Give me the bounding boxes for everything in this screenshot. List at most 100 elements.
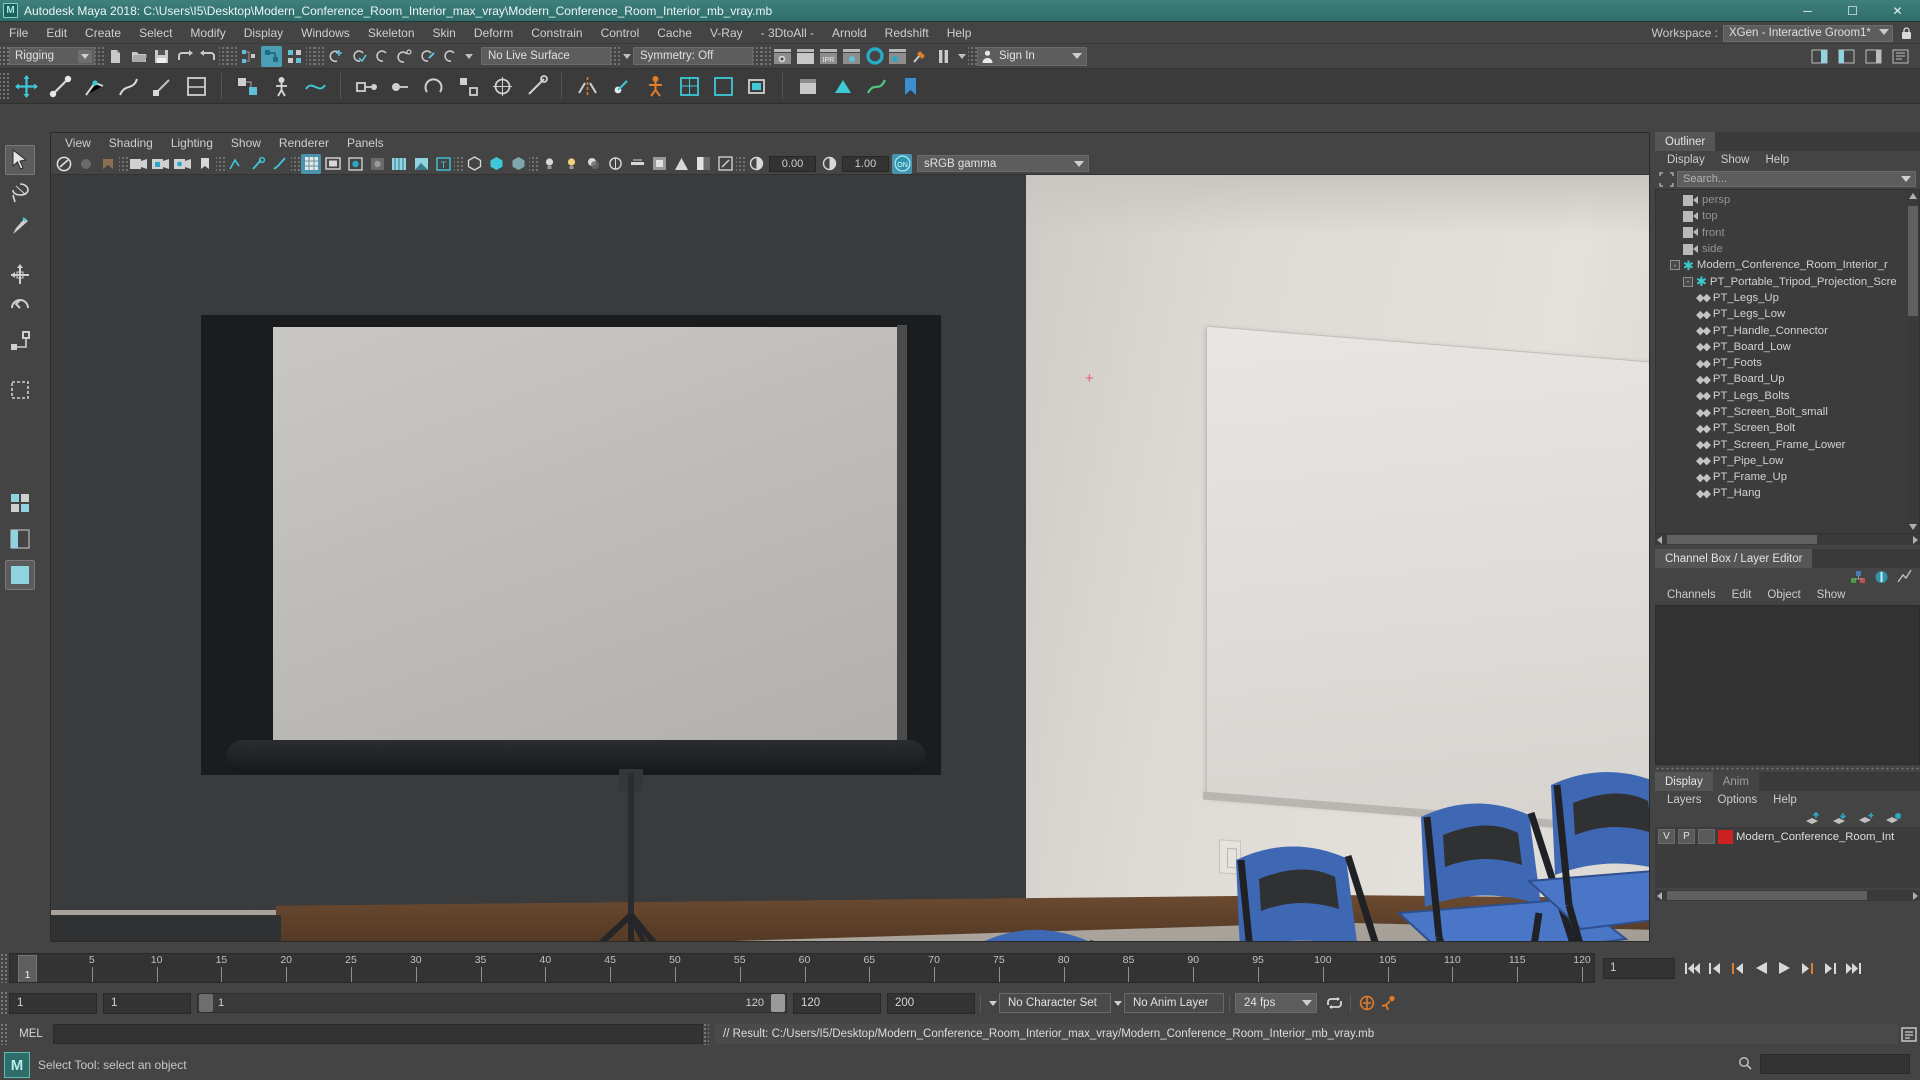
anim-layer-dropdown[interactable]: No Anim Layer [1124,993,1224,1013]
help-search-field[interactable] [1760,1054,1910,1074]
fps-dropdown[interactable]: 24 fps [1235,993,1317,1013]
outliner-horizontal-scrollbar[interactable] [1655,534,1920,545]
menu-item-redshift[interactable]: Redshift [876,22,938,44]
render-current-frame-button[interactable] [772,46,793,67]
layer-display-type-toggle[interactable] [1698,829,1715,844]
sign-in-button[interactable]: Sign In [977,46,1087,66]
layer-playback-toggle[interactable]: P [1678,829,1695,844]
shelf-quick-rig-tool[interactable] [232,71,262,101]
step-forward-frame-button[interactable] [1796,957,1818,979]
current-time-indicator[interactable]: 1 [18,955,37,982]
render-view-button[interactable] [887,46,908,67]
tab-anim[interactable]: Anim [1712,772,1759,791]
toggle-tool-settings-button[interactable] [1836,46,1857,67]
scale-tool[interactable] [5,326,35,356]
outliner-item[interactable]: ◆◆ PT_Handle_Connector [1656,322,1919,338]
menu-item-edit[interactable]: Edit [37,22,76,44]
move-layer-up-icon[interactable] [1804,811,1821,825]
shelf-constraint-pole-tool[interactable] [521,71,551,101]
panel-resize-handle[interactable] [1655,765,1920,772]
scroll-up-icon[interactable] [1909,193,1917,199]
anim-start-time-field[interactable]: 1 [9,992,97,1014]
lights-default-icon[interactable] [539,154,559,174]
scroll-left-icon[interactable] [1657,536,1662,544]
open-scene-button[interactable] [128,46,149,67]
layer-horizontal-scrollbar[interactable] [1655,890,1920,901]
gamma-value-field[interactable]: 1.00 [842,155,889,172]
shelf-joint-tool[interactable] [45,71,75,101]
toggle-channel-box-button[interactable] [1863,46,1884,67]
expand-collapse-icon[interactable]: - [1683,276,1693,287]
auto-keyframe-button[interactable] [1356,992,1378,1014]
light-shading-icon[interactable] [411,154,431,174]
camera-lock-icon[interactable] [151,154,171,174]
rotate-tool[interactable] [5,293,35,323]
shelf-mirror-joints-tool[interactable] [572,71,602,101]
go-to-start-button[interactable] [1681,957,1703,979]
shadows-icon[interactable] [583,154,603,174]
animation-preferences-button[interactable] [1378,992,1400,1014]
tab-outliner[interactable]: Outliner [1655,132,1716,151]
outliner-item[interactable]: - ✱ PT_Portable_Tripod_Projection_Scre [1656,273,1919,289]
loop-playback-button[interactable] [1323,992,1345,1014]
menu-item-control[interactable]: Control [592,22,649,44]
range-slider-control[interactable]: 1 120 [197,993,787,1013]
menu-item-select[interactable]: Select [130,22,181,44]
gamma-correct-icon[interactable] [693,154,713,174]
menu-item-constrain[interactable]: Constrain [522,22,591,44]
exposure-icon[interactable] [746,154,766,174]
command-line-splitter[interactable] [703,1023,709,1045]
shelf-human-ik-character-tool[interactable] [640,71,670,101]
outliner-search-input[interactable]: Search... [1677,171,1916,187]
snap-curve-button[interactable] [348,46,369,67]
outliner-item[interactable]: ◆◆ PT_Legs_Bolts [1656,388,1919,404]
film-gate-icon[interactable] [323,154,343,174]
tab-display[interactable]: Display [1655,772,1713,791]
layout-single-perspective-button[interactable] [5,560,35,590]
paint-effects-icon[interactable] [270,154,290,174]
redo-button[interactable] [197,46,218,67]
shelf-bind-skin-tool[interactable] [147,71,177,101]
outliner-item[interactable]: - ✱ Modern_Conference_Room_Interior_r [1656,257,1919,273]
xray-shading-icon[interactable] [464,154,484,174]
render-options-chevron-icon[interactable] [955,47,968,65]
command-input[interactable] [53,1024,703,1044]
scroll-down-icon[interactable] [1909,524,1917,530]
viewport-capture-icon[interactable] [715,154,735,174]
step-forward-key-button[interactable] [1819,957,1841,979]
range-end-time-field[interactable]: 120 [793,992,881,1014]
motion-blur-icon[interactable] [627,154,647,174]
shelf-deform-tool[interactable] [300,71,330,101]
range-left-handle[interactable] [199,994,213,1012]
play-backwards-button[interactable] [1750,957,1772,979]
ambient-occlusion-icon[interactable] [605,154,625,174]
close-button[interactable]: ✕ [1875,0,1920,22]
anim-layer-chevron-icon[interactable] [1111,994,1124,1012]
shelf-wire-tool[interactable] [861,71,891,101]
layout-four-view-button[interactable] [5,488,35,518]
menuset-dropdown[interactable]: Rigging [9,47,95,65]
lights-all-icon[interactable] [561,154,581,174]
outliner-menu-show[interactable]: Show [1713,151,1758,169]
script-language-label[interactable]: MEL [9,1028,53,1040]
scrollbar-thumb[interactable] [1667,891,1867,900]
help-search-icon[interactable] [1738,1056,1752,1070]
toggle-attribute-editor-button[interactable] [1809,46,1830,67]
shelf-move-tool[interactable] [11,71,41,101]
outliner-item[interactable]: ◆◆ PT_Screen_Frame_Lower [1656,436,1919,452]
scrollbar-thumb[interactable] [1908,206,1918,316]
range-right-handle[interactable] [771,994,785,1012]
viewport-menu-renderer[interactable]: Renderer [270,133,338,153]
menu-item-create[interactable]: Create [76,22,130,44]
layer-list[interactable]: V P Modern_Conference_Room_Int [1655,827,1920,846]
channelbox-menu-edit[interactable]: Edit [1724,586,1760,604]
xray-active-components-icon[interactable] [508,154,528,174]
outliner-item[interactable]: ◆◆ PT_Screen_Bolt_small [1656,404,1919,420]
playback-end-time-field[interactable]: 200 [887,992,975,1014]
toolbar-grip[interactable] [0,45,9,67]
bookmark-icon[interactable] [195,154,215,174]
xray-text-icon[interactable]: T [433,154,453,174]
channelbox-menu-object[interactable]: Object [1759,586,1808,604]
grid-toggle-icon[interactable] [301,153,321,174]
time-slider-track[interactable]: 1 5 10 15 20 25 30 35 40 45 50 55 60 65 70 75 80 85 90 95 1… [9,953,1595,983]
